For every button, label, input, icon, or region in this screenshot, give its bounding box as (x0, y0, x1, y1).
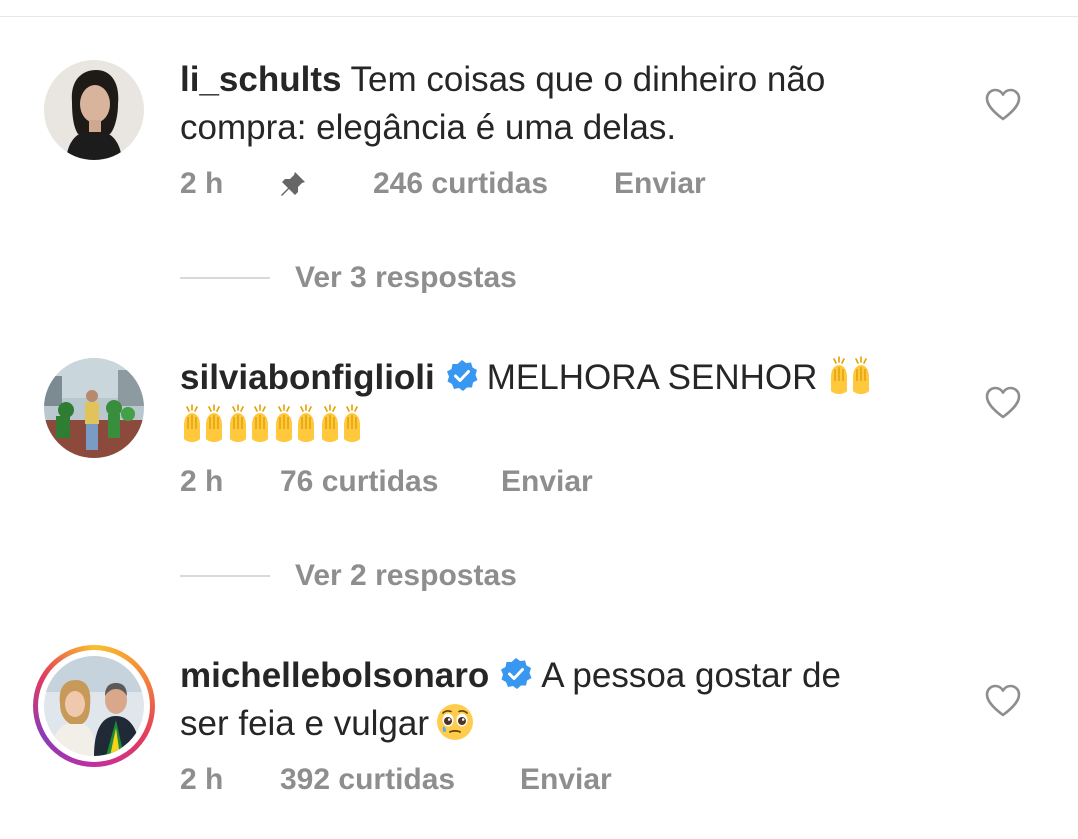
heart-icon[interactable] (985, 88, 1021, 122)
heart-icon[interactable] (985, 684, 1021, 718)
view-replies-label: Ver 3 respostas (295, 261, 517, 294)
pleading-face-emoji (437, 704, 474, 740)
avatar (44, 656, 144, 756)
reply-button[interactable]: Enviar (520, 760, 612, 800)
view-replies-button[interactable]: Ver 3 respostas (180, 258, 580, 298)
comment-username[interactable]: li_schults (180, 60, 341, 99)
comment-meta: 2 h 392 curtidas Enviar (180, 760, 780, 800)
like-count[interactable]: 246 curtidas (373, 164, 548, 204)
top-divider (0, 16, 1078, 17)
avatar[interactable] (44, 60, 144, 160)
avatar[interactable] (44, 358, 144, 458)
verified-badge-icon (501, 658, 532, 689)
comment-time: 2 h (180, 465, 224, 498)
comment-body-line2: ser feia e vulgar (180, 704, 430, 743)
story-ring-avatar[interactable] (33, 645, 155, 767)
heart-icon[interactable] (985, 386, 1021, 420)
raising-hands-emoji (827, 355, 873, 397)
verified-badge-icon (446, 360, 478, 391)
reply-button[interactable]: Enviar (614, 164, 706, 204)
comment-meta: 2 h 76 curtidas Enviar (180, 462, 780, 502)
reply-button[interactable]: Enviar (501, 462, 593, 502)
comment-text: silviabonfiglioli MELHORA SENHOR (180, 354, 920, 450)
pin-icon (281, 172, 305, 196)
like-count[interactable]: 392 curtidas (280, 760, 455, 800)
comment-body-line1: Tem coisas que o dinheiro não (350, 60, 826, 99)
replies-divider-line (180, 277, 270, 279)
comment-body-line2: compra: elegância é uma delas. (180, 108, 677, 147)
raising-hands-emoji (180, 403, 226, 445)
emoji-row (180, 403, 364, 445)
raising-hands-emoji (226, 403, 272, 445)
raising-hands-emoji (318, 403, 364, 445)
comment-time: 2 h (180, 167, 224, 200)
replies-divider-line (180, 575, 270, 577)
view-replies-button[interactable]: Ver 2 respostas (180, 556, 580, 596)
comment-username[interactable]: silviabonfiglioli (180, 358, 435, 397)
raising-hands-emoji (272, 403, 318, 445)
comment-time: 2 h (180, 763, 224, 796)
comment-body-line1: MELHORA SENHOR (486, 358, 818, 397)
like-count[interactable]: 76 curtidas (280, 462, 438, 502)
comment-username[interactable]: michellebolsonaro (180, 656, 489, 695)
view-replies-label: Ver 2 respostas (295, 559, 517, 592)
comment-text: li_schults Tem coisas que o dinheiro não… (180, 56, 920, 152)
comment-body-line1: A pessoa gostar de (541, 656, 841, 695)
comment-text: michellebolsonaro A pessoa gostar de ser… (180, 652, 920, 748)
comment-meta: 2 h 246 curtidas Enviar (180, 164, 780, 204)
